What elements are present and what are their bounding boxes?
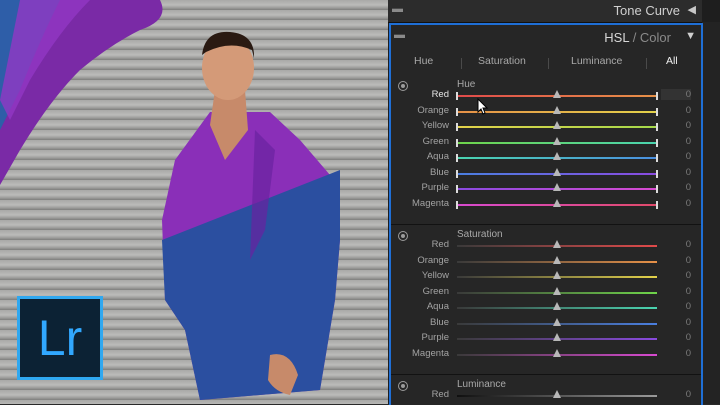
slider-value[interactable]: 0 <box>661 301 691 312</box>
slider-label: Orange <box>417 254 449 266</box>
slider-value[interactable]: 0 <box>661 167 691 178</box>
slider-label: Green <box>422 285 449 297</box>
tab-hue[interactable]: Hue <box>414 55 433 67</box>
photo-preview: Lr <box>0 0 388 404</box>
hsl-title[interactable]: HSL <box>604 30 629 45</box>
section-divider <box>391 224 701 225</box>
hsl-panel-header[interactable]: ▬ HSL / Color ▼ <box>391 25 701 49</box>
section-title: Hue <box>457 79 476 90</box>
slider-label: Purple <box>421 182 449 193</box>
slider-value[interactable]: 0 <box>661 198 691 209</box>
section-divider <box>391 374 701 375</box>
slider-thumb[interactable] <box>553 167 561 176</box>
slider-end-marker <box>656 123 658 131</box>
slider-thumb[interactable] <box>553 271 561 279</box>
slider-thumb[interactable] <box>553 317 561 326</box>
slider-end-marker <box>656 185 658 193</box>
tab-divider <box>461 58 462 69</box>
slider-value[interactable]: 0 <box>661 136 691 147</box>
triangle-left-icon[interactable]: ◀ <box>688 3 696 16</box>
slider-value[interactable]: 0 <box>661 286 691 297</box>
slider-thumb[interactable] <box>553 240 561 248</box>
panel-scroll-strip[interactable] <box>702 22 720 404</box>
slider-label: Red <box>431 239 449 250</box>
slider-end-marker <box>456 154 458 162</box>
slider-value[interactable]: 0 <box>661 239 691 250</box>
slider-thumb[interactable] <box>553 348 561 357</box>
tab-saturation[interactable]: Saturation <box>478 55 526 67</box>
slider-label: Magenta <box>412 197 449 209</box>
slider-end-marker <box>656 92 658 100</box>
slider-end-marker <box>656 169 658 178</box>
slider-label: Yellow <box>421 270 449 281</box>
slider-value[interactable]: 0 <box>661 317 691 328</box>
slider-value[interactable]: 0 <box>661 389 691 400</box>
slider-thumb[interactable] <box>553 136 561 145</box>
slider-thumb[interactable] <box>553 90 561 98</box>
slider-end-marker <box>456 123 458 131</box>
triangle-down-icon[interactable]: ▼ <box>685 30 696 42</box>
tone-curve-header[interactable]: ▬ Tone Curve ◀ <box>388 0 702 23</box>
mouse-cursor-icon <box>477 98 489 115</box>
tone-curve-title: Tone Curve <box>613 3 680 18</box>
slider-value[interactable]: 0 <box>661 332 691 343</box>
slider-label: Blue <box>429 166 449 178</box>
slider-value[interactable]: 0 <box>661 182 691 193</box>
slider-thumb[interactable] <box>553 183 561 191</box>
slider-label: Green <box>422 135 449 147</box>
slider-end-marker <box>456 200 458 209</box>
slider-end-marker <box>656 154 658 162</box>
slider-label: Blue <box>429 316 449 328</box>
slider-value[interactable]: 0 <box>661 120 691 131</box>
slider-end-marker <box>656 138 658 147</box>
hsl-panel-title[interactable]: HSL / Color <box>604 30 671 45</box>
slider-value[interactable]: 0 <box>661 105 691 116</box>
slider-end-marker <box>456 169 458 178</box>
slider-thumb[interactable] <box>553 255 561 264</box>
slider-value[interactable]: 0 <box>661 255 691 266</box>
slider-thumb[interactable] <box>553 333 561 341</box>
color-title[interactable]: Color <box>640 30 671 45</box>
slider-end-marker <box>456 138 458 147</box>
slider-label: Yellow <box>421 120 449 131</box>
slider-end-marker <box>456 107 458 116</box>
slider-end-marker <box>456 185 458 193</box>
tab-luminance[interactable]: Luminance <box>571 55 622 67</box>
tab-divider <box>548 58 549 69</box>
section-title: Luminance <box>457 379 506 390</box>
slider-label: Purple <box>421 332 449 343</box>
slider-thumb[interactable] <box>553 105 561 114</box>
slider-value[interactable]: 0 <box>661 89 691 100</box>
slider-thumb[interactable] <box>553 152 561 160</box>
section-title: Saturation <box>457 229 503 240</box>
slider-thumb[interactable] <box>553 286 561 295</box>
slider-end-marker <box>456 92 458 100</box>
title-separator: / <box>629 30 640 45</box>
slider-value[interactable]: 0 <box>661 348 691 359</box>
slider-thumb[interactable] <box>553 390 561 398</box>
slider-label: Aqua <box>426 151 449 162</box>
slider-thumb[interactable] <box>553 121 561 129</box>
slider-value[interactable]: 0 <box>661 270 691 281</box>
slider-label: Red <box>431 389 449 400</box>
tab-divider <box>646 58 647 69</box>
hsl-tabs: Hue Saturation Luminance All <box>391 51 701 73</box>
tab-all[interactable]: All <box>666 55 678 67</box>
slider-value[interactable]: 0 <box>661 151 691 162</box>
slider-label: Aqua <box>426 301 449 312</box>
panel-grip-icon: ▬ <box>394 29 405 41</box>
slider-label: Magenta <box>412 347 449 359</box>
slider-label: Orange <box>417 104 449 116</box>
slider-end-marker <box>656 107 658 116</box>
panel-grip-icon: ▬ <box>392 3 403 15</box>
slider-end-marker <box>656 200 658 209</box>
lightroom-logo: Lr <box>17 296 103 380</box>
slider-thumb[interactable] <box>553 302 561 310</box>
slider-thumb[interactable] <box>553 198 561 207</box>
hsl-color-panel: ▬ HSL / Color ▼ Hue Saturation Luminance… <box>389 23 703 405</box>
slider-label: Red <box>431 89 449 100</box>
